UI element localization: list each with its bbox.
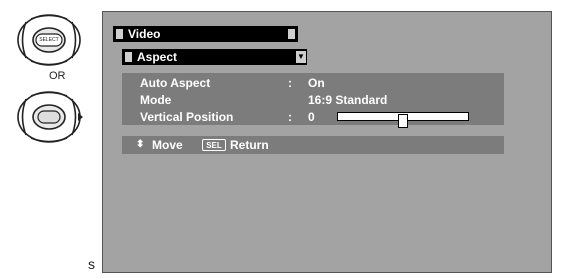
remote-illustration: SELECT OR s: [0, 0, 100, 278]
or-label: OR: [49, 70, 66, 82]
return-label: Return: [230, 138, 269, 152]
vertical-position-slider[interactable]: [337, 112, 469, 128]
select-key-label: SELECT: [39, 37, 59, 43]
setting-row-vertical-position[interactable]: Vertical Position : 0: [122, 109, 504, 128]
setting-label: Mode: [140, 93, 172, 107]
setting-row-auto-aspect[interactable]: Auto Aspect : On: [122, 75, 504, 91]
aspect-settings-panel: Auto Aspect : On Mode 16:9 Standard Vert…: [122, 73, 504, 128]
setting-label: Auto Aspect: [140, 76, 211, 90]
setting-value: On: [308, 76, 325, 90]
bar-cap-right: [288, 29, 295, 39]
bar-cap-left: [116, 29, 123, 39]
setting-colon: :: [288, 76, 292, 90]
edge-text-fragment: s: [88, 256, 95, 272]
video-menu-bar[interactable]: Video: [113, 26, 298, 42]
help-bar: ⬍ Move SEL Return: [122, 136, 504, 154]
setting-value: 16:9 Standard: [308, 93, 388, 107]
setting-label: Vertical Position: [140, 110, 234, 124]
setting-value: 0: [308, 110, 315, 124]
osd-screen: Video Aspect ▼ Auto Aspect : On Mode 16:…: [102, 11, 552, 273]
video-menu-title: Video: [128, 27, 161, 41]
dropdown-arrow-icon[interactable]: ▼: [296, 51, 306, 63]
aspect-menu-bar[interactable]: Aspect ▼: [122, 49, 307, 65]
bar-cap-left: [125, 52, 132, 62]
setting-colon: :: [288, 110, 292, 124]
aspect-menu-title: Aspect: [137, 50, 178, 64]
move-label: Move: [152, 138, 183, 152]
setting-row-mode[interactable]: Mode 16:9 Standard: [122, 92, 504, 108]
sel-key-icon: SEL: [202, 139, 226, 151]
slider-thumb[interactable]: [398, 114, 408, 128]
right-button-group: [17, 91, 83, 143]
up-down-arrows-icon: ⬍: [136, 139, 145, 150]
